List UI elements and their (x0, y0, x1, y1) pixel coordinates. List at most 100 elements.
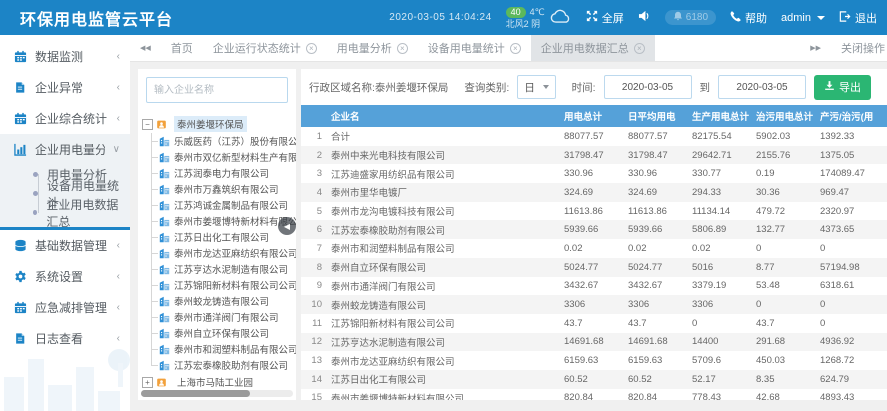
table-row[interactable]: 12江苏亨达水泥制造有限公司14691.6814691.6814400291.6… (301, 333, 887, 352)
table-header-row: 企业名用电总计日平均用电生产用电总计治污用电总计产污/治污(用 (301, 105, 887, 127)
value-cell: 5939.66 (560, 220, 624, 239)
tree-node[interactable]: 泰州市和润塑料制品有限公司 (142, 341, 296, 357)
value-cell: 42.68 (752, 389, 816, 400)
table-row[interactable]: 9泰州市通洋阀门有限公司3432.673432.673379.1953.4863… (301, 277, 887, 296)
building-icon (159, 327, 171, 339)
value-cell: 330.77 (688, 164, 752, 183)
value-cell: 0.02 (624, 239, 688, 258)
table-row[interactable]: 13泰州市龙达亚麻纺织有限公司6159.636159.635709.6450.0… (301, 351, 887, 370)
sidebar-item-6[interactable]: 应急减排管理‹ (0, 292, 130, 323)
tree-node-label: 泰州市通洋阀门有限公司 (174, 310, 279, 324)
user-menu[interactable]: admin (781, 12, 825, 24)
close-icon[interactable]: × (306, 43, 317, 54)
table-row[interactable]: 14江苏日出化工有限公司60.5260.5252.178.35624.79 (301, 370, 887, 389)
logout-button[interactable]: 退出 (839, 10, 877, 26)
panel-collapse-button[interactable]: ◀ (278, 217, 296, 235)
close-icon[interactable]: × (634, 43, 645, 54)
close-icon[interactable]: × (510, 43, 521, 54)
value-cell: 60.52 (560, 370, 624, 389)
query-toolbar: 行政区域名称:泰州姜堰环保局 查询类别: 日 时间: 到 导出 (301, 69, 887, 105)
tab-3[interactable]: 设备用电量统计 × (418, 35, 531, 61)
tree-node[interactable]: 江苏润泰电力有限公司 (142, 165, 296, 181)
value-cell: 31798.47 (624, 146, 688, 165)
table-row[interactable]: 11江苏锦阳新材料有限公司公司43.743.7043.70 (301, 314, 887, 333)
tree-root-node[interactable]: +上海市马陆工业园 (142, 373, 296, 391)
scrollbar-thumb[interactable] (141, 390, 250, 397)
value-cell: 624.79 (816, 370, 887, 389)
help-button[interactable]: 帮助 (730, 10, 767, 26)
tree-root-node[interactable]: −泰州姜堰环保局 (142, 115, 296, 133)
app-window: 环保用电监管云平台 2020-03-05 14:04:24 40 4℃ 北风2 … (0, 0, 887, 411)
table-row[interactable]: 6江苏宏泰橡胶助剂有限公司5939.665939.665806.89132.77… (301, 220, 887, 239)
value-cell: 30.36 (752, 183, 816, 202)
tree-node[interactable]: 泰州自立环保有限公司 (142, 325, 296, 341)
sidebar-subitem-2[interactable]: 企业用电数据汇总 (0, 203, 130, 222)
table-row[interactable]: 10泰州蛟龙铸造有限公司33063306330600 (301, 295, 887, 314)
table-row[interactable]: 8泰州自立环保有限公司5024.775024.7750168.7757194.9… (301, 258, 887, 277)
tree-expander-icon[interactable]: + (142, 377, 153, 388)
sidebar-item-1[interactable]: 企业异常‹ (0, 72, 130, 103)
sidebar-item-4[interactable]: 基础数据管理‹ (0, 230, 130, 261)
value-cell: 479.72 (752, 202, 816, 221)
tree-node[interactable]: 泰州市万鑫筑织有限公司 (142, 181, 296, 197)
alarm-count-badge[interactable]: 6180 (665, 10, 716, 25)
tab-2[interactable]: 用电量分析× (327, 35, 418, 61)
fullscreen-button[interactable]: 全屏 (586, 10, 624, 26)
tree-connector (146, 245, 159, 261)
table-row[interactable]: 7泰州市和润塑料制品有限公司0.020.020.0200 (301, 239, 887, 258)
tree-node[interactable]: 江苏鸿诚金属制品有限公司 (142, 197, 296, 213)
sidebar-item-label: 企业异常 (35, 79, 83, 96)
tree-node-label: 泰州市龙达亚麻纺织有限公司 (174, 246, 296, 260)
value-cell: 5902.03 (752, 127, 816, 146)
table-row[interactable]: 3江苏迪盛家用纺织品有限公司330.96330.96330.770.191740… (301, 164, 887, 183)
table-row[interactable]: 1合计88077.5788077.5782175.545902.031392.3… (301, 127, 887, 146)
tab-1[interactable]: 企业运行状态统计× (203, 35, 327, 61)
table-header-cell: 治污用电总计 (752, 105, 816, 127)
table-row[interactable]: 5泰州市龙沟电镀科技有限公司11613.8611613.8611134.1447… (301, 202, 887, 221)
sidebar-item-3[interactable]: 企业用电量分析∨ (0, 134, 130, 165)
value-cell: 5024.77 (624, 258, 688, 277)
date-from-input[interactable] (604, 75, 692, 99)
tabs: 首页企业运行状态统计×用电量分析×设备用电量统计×企业用电数据汇总× (161, 35, 655, 61)
chevron-down-icon (817, 16, 825, 20)
search-input[interactable] (146, 77, 288, 103)
export-button[interactable]: 导出 (814, 75, 871, 100)
tree-node[interactable]: 江苏日出化工有限公司 (142, 229, 296, 245)
tree-node[interactable]: 江苏锦阳新材料有限公司公司 (142, 277, 296, 293)
scroll-tabs-left-icon[interactable]: ◀◀ (130, 35, 161, 61)
date-to-input[interactable] (718, 75, 806, 99)
value-cell: 6159.63 (624, 351, 688, 370)
tree-node[interactable]: 泰州市姜堰博特新材料有限公司 (142, 213, 296, 229)
speaker-icon[interactable] (638, 10, 651, 25)
tree-node[interactable]: 江苏亨达水泥制造有限公司 (142, 261, 296, 277)
company-tree: −泰州姜堰环保局乐威医药（江苏）股份有限公司泰州市双亿新型材料生产有限公司江苏润… (138, 111, 296, 391)
horizontal-scrollbar[interactable] (141, 390, 293, 397)
table-row[interactable]: 15泰州市姜堰博特新材料有限公司820.84820.84778.4342.684… (301, 389, 887, 400)
sidebar-item-7[interactable]: 日志查看‹ (0, 323, 130, 354)
building-icon (159, 295, 171, 307)
tree-node[interactable]: 泰州蛟龙铸造有限公司 (142, 293, 296, 309)
table-row[interactable]: 2泰州中来光电科技有限公司31798.4731798.4729642.71215… (301, 146, 887, 165)
close-operations-button[interactable]: 关闭操作 (841, 40, 885, 56)
tree-node[interactable]: 泰州市龙达亚麻纺织有限公司 (142, 245, 296, 261)
table-row[interactable]: 4泰州市里华电镀厂324.69324.69294.3330.36969.47 (301, 183, 887, 202)
sidebar-item-2[interactable]: 企业综合统计‹ (0, 103, 130, 134)
sidebar-item-0[interactable]: 数据监测‹ (0, 41, 130, 72)
scroll-tabs-right-icon[interactable]: ▶▶ (800, 44, 831, 52)
company-name-cell: 泰州蛟龙铸造有限公司 (327, 295, 560, 314)
sidebar-item-5[interactable]: 系统设置‹ (0, 261, 130, 292)
close-icon[interactable]: × (397, 43, 408, 54)
tab-4[interactable]: 企业用电数据汇总× (531, 35, 655, 61)
tab-0[interactable]: 首页 (161, 35, 203, 61)
table-header-cell (301, 105, 327, 127)
tree-expander-icon[interactable]: − (142, 119, 153, 130)
tree-node[interactable]: 江苏宏泰橡胶助剂有限公司 (142, 357, 296, 373)
tree-node[interactable]: 泰州市双亿新型材料生产有限公司 (142, 149, 296, 165)
table-header-cell: 日平均用电 (624, 105, 688, 127)
tree-connector (146, 325, 159, 341)
tree-node[interactable]: 乐威医药（江苏）股份有限公司 (142, 133, 296, 149)
tab-label: 设备用电量统计 (428, 40, 505, 56)
value-cell: 0.02 (560, 239, 624, 258)
category-select[interactable]: 日 (517, 75, 555, 99)
tree-node[interactable]: 泰州市通洋阀门有限公司 (142, 309, 296, 325)
